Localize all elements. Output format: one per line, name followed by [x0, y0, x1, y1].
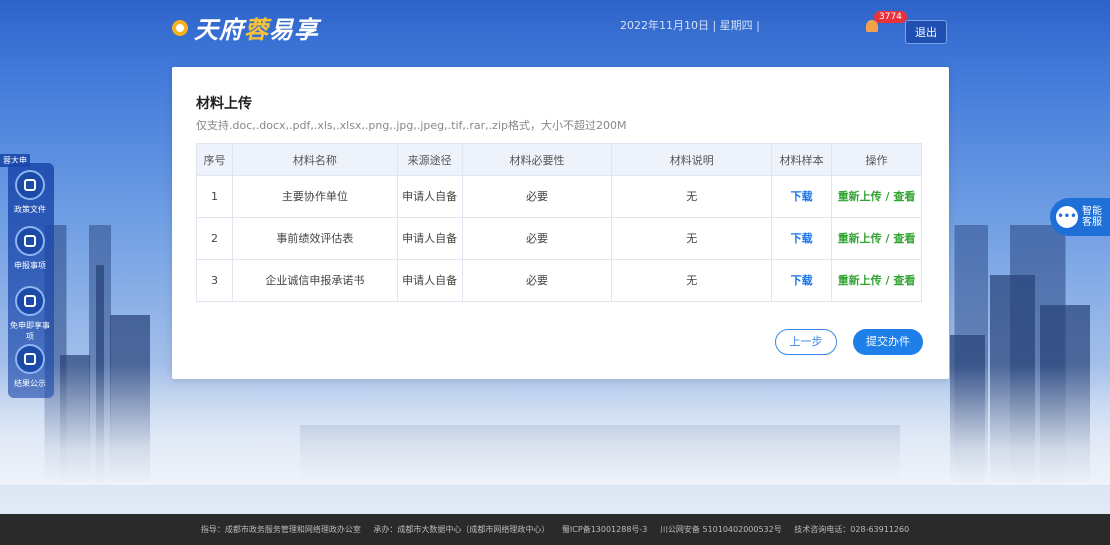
left-nav-label: 结果公示: [14, 379, 46, 388]
background-fade: [0, 365, 1110, 485]
footer-icp[interactable]: 蜀ICP备13001288号-3: [562, 525, 647, 534]
material-desc: 无: [611, 259, 773, 302]
instant-icon: [15, 286, 45, 316]
logout-button[interactable]: 退出: [905, 20, 947, 44]
chat-icon: •••: [1056, 206, 1078, 228]
result-icon: [15, 344, 45, 374]
materials-table: 序号 材料名称 来源途径 材料必要性 材料说明 材料样本 操作 1 主要协作单位…: [196, 143, 922, 302]
download-link[interactable]: 下载: [771, 175, 833, 218]
row-number: 1: [196, 175, 233, 218]
table-header-row: 序号 材料名称 来源途径 材料必要性 材料说明 材料样本 操作: [196, 143, 922, 176]
format-hint: 仅支持.doc,.docx,.pdf,.xls,.xlsx,.png,.jpg,…: [196, 119, 627, 132]
column-header: 材料名称: [231, 143, 398, 176]
footer-guide: 指导：成都市政务服务管理和网络理政办公室: [200, 525, 361, 534]
table-row: 3 企业诚信申报承诺书 申请人自备 必要 无 下载 重新上传 / 查看: [196, 259, 922, 302]
chat-label: 客服: [1082, 217, 1102, 228]
material-required: 必要: [461, 175, 613, 218]
row-number: 3: [196, 259, 233, 302]
column-header: 材料说明: [611, 143, 773, 176]
page-title: 材料上传: [196, 96, 252, 112]
material-required: 必要: [461, 259, 613, 302]
left-nav-label: 免申即享事项: [10, 321, 50, 341]
column-header: 材料必要性: [461, 143, 613, 176]
current-date: 2022年11月10日 | 星期四 |: [620, 19, 760, 32]
column-header: 来源途径: [396, 143, 463, 176]
submit-button[interactable]: 提交办件: [853, 329, 923, 355]
material-source: 申请人自备: [396, 259, 463, 302]
table-row: 1 主要协作单位 申请人自备 必要 无 下载 重新上传 / 查看: [196, 175, 922, 218]
material-name: 事前绩效评估表: [231, 217, 398, 260]
reupload-view-link[interactable]: 重新上传 / 查看: [831, 259, 922, 302]
material-upload-card: 材料上传 仅支持.doc,.docx,.pdf,.xls,.xlsx,.png,…: [172, 67, 949, 379]
chat-label: 智能: [1082, 206, 1102, 217]
left-nav-label: 申报事项: [14, 261, 46, 270]
left-nav-label: 政策文件: [14, 205, 46, 214]
material-source: 申请人自备: [396, 217, 463, 260]
site-footer: 指导：成都市政务服务管理和网络理政办公室 承办：成都市大数据中心（成都市网络理政…: [0, 514, 1110, 545]
column-header: 序号: [196, 143, 233, 176]
reupload-view-link[interactable]: 重新上传 / 查看: [831, 217, 922, 260]
download-link[interactable]: 下载: [771, 259, 833, 302]
material-required: 必要: [461, 217, 613, 260]
smart-service-button[interactable]: ••• 智能 客服: [1050, 198, 1110, 236]
reupload-view-link[interactable]: 重新上传 / 查看: [831, 175, 922, 218]
left-nav-item-declare[interactable]: 申报事项: [8, 226, 52, 271]
footer-host: 承办：成都市大数据中心（成都市网络理政中心）: [373, 525, 550, 534]
column-header: 材料样本: [771, 143, 833, 176]
material-name: 主要协作单位: [231, 175, 398, 218]
left-nav-item-instant[interactable]: 免申即享事项: [8, 286, 52, 342]
left-nav-item-result[interactable]: 结果公示: [8, 344, 52, 389]
column-header: 操作: [831, 143, 922, 176]
logo-mark-icon: [172, 19, 188, 36]
footer-hotline: 技术咨询电话：028-63911260: [794, 525, 910, 534]
table-row: 2 事前绩效评估表 申请人自备 必要 无 下载 重新上传 / 查看: [196, 217, 922, 260]
list-icon: [15, 226, 45, 256]
left-nav-item-policy[interactable]: 政策文件: [8, 170, 52, 215]
footer-police[interactable]: 川公网安备 51010402000532号: [660, 525, 782, 534]
document-icon: [15, 170, 45, 200]
material-source: 申请人自备: [396, 175, 463, 218]
material-desc: 无: [611, 175, 773, 218]
material-desc: 无: [611, 217, 773, 260]
download-link[interactable]: 下载: [771, 217, 833, 260]
notification-badge: 3774: [874, 11, 907, 23]
material-name: 企业诚信申报承诺书: [231, 259, 398, 302]
row-number: 2: [196, 217, 233, 260]
logo-text: 天府蓉易享: [194, 15, 319, 44]
previous-step-button[interactable]: 上一步: [775, 329, 837, 355]
site-logo[interactable]: 天府蓉易享: [172, 10, 319, 45]
